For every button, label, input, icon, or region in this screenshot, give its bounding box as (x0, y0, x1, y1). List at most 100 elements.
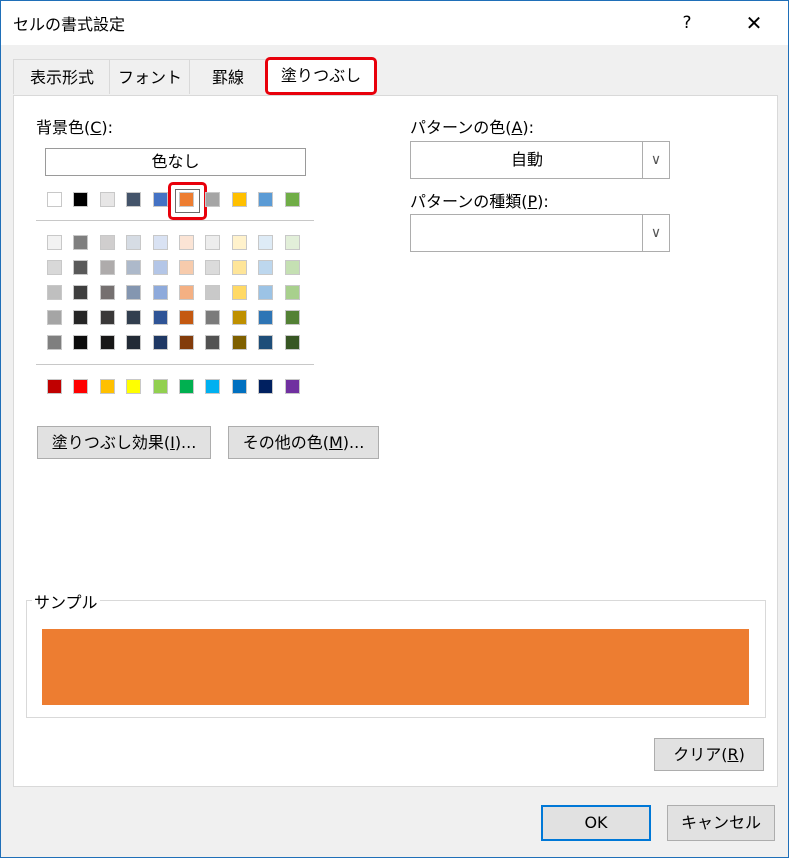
color-swatch[interactable] (284, 285, 300, 300)
color-swatch[interactable] (205, 235, 221, 250)
color-swatch[interactable] (126, 285, 142, 300)
color-swatch[interactable] (231, 310, 247, 325)
sample-preview (42, 629, 749, 705)
color-swatch[interactable] (284, 335, 300, 350)
color-swatch[interactable] (152, 192, 168, 207)
standard-color-swatch[interactable] (205, 379, 221, 394)
color-swatch[interactable] (205, 260, 221, 275)
pattern-color-label: パターンの色(A): (410, 118, 535, 137)
color-swatch[interactable] (99, 235, 115, 250)
standard-color-swatch[interactable] (258, 379, 274, 394)
color-swatch[interactable] (73, 335, 89, 350)
color-swatch[interactable] (231, 335, 247, 350)
color-swatch[interactable] (47, 260, 62, 275)
color-swatch[interactable] (152, 310, 168, 325)
color-swatch[interactable] (179, 285, 194, 300)
color-swatch[interactable] (231, 235, 247, 250)
tab-fill[interactable]: 塗りつぶし (265, 57, 377, 95)
clear-button[interactable]: クリア(R) (654, 738, 764, 771)
standard-color-swatch[interactable] (126, 379, 142, 394)
palette-divider (36, 220, 314, 221)
color-swatch[interactable] (73, 260, 89, 275)
color-swatch[interactable] (73, 310, 89, 325)
color-swatch[interactable] (152, 260, 168, 275)
color-swatch[interactable] (73, 192, 89, 207)
color-swatch[interactable] (258, 260, 274, 275)
tab-border[interactable]: 罫線 (189, 59, 267, 94)
color-swatch[interactable] (205, 192, 221, 207)
standard-color-swatch[interactable] (152, 379, 168, 394)
title-bar: セルの書式設定 ? ✕ (1, 1, 788, 45)
color-swatch[interactable] (179, 235, 194, 250)
color-swatch[interactable] (284, 310, 300, 325)
color-swatch[interactable] (47, 310, 62, 325)
color-swatch[interactable] (47, 285, 62, 300)
color-swatch[interactable] (47, 335, 62, 350)
standard-color-swatch[interactable] (47, 379, 62, 394)
color-swatch[interactable] (231, 260, 247, 275)
color-swatch[interactable] (205, 335, 221, 350)
color-swatch[interactable] (126, 260, 142, 275)
color-swatch[interactable] (258, 310, 274, 325)
pattern-style-value (411, 215, 643, 251)
color-swatch[interactable] (258, 285, 274, 300)
fill-panel: 背景色(C): 色なし 塗りつぶし効果(I)... その他の色(M)... パタ… (13, 95, 778, 787)
cancel-button[interactable]: キャンセル (667, 805, 775, 841)
help-button[interactable]: ? (667, 7, 707, 39)
color-swatch[interactable] (99, 192, 115, 207)
color-swatch[interactable] (205, 310, 221, 325)
sample-group: サンプル (26, 589, 766, 718)
color-swatch[interactable] (258, 335, 274, 350)
more-colors-button[interactable]: その他の色(M)... (228, 426, 379, 459)
fill-effects-button[interactable]: 塗りつぶし効果(I)... (37, 426, 211, 459)
color-swatch[interactable] (126, 235, 142, 250)
sample-label: サンプル (32, 589, 100, 613)
color-swatch[interactable] (99, 285, 115, 300)
ok-button[interactable]: OK (541, 805, 651, 841)
color-swatch[interactable] (179, 335, 194, 350)
color-swatch[interactable] (179, 260, 194, 275)
no-color-button[interactable]: 色なし (45, 148, 306, 176)
color-swatch[interactable] (126, 192, 142, 207)
color-swatch[interactable] (47, 192, 62, 207)
color-swatch[interactable] (258, 192, 274, 207)
standard-color-swatch[interactable] (179, 379, 194, 394)
standard-color-swatch[interactable] (73, 379, 89, 394)
color-swatch[interactable] (258, 235, 274, 250)
color-swatch[interactable] (284, 192, 300, 207)
color-swatch[interactable] (179, 310, 194, 325)
chevron-down-icon[interactable]: ∨ (642, 142, 669, 178)
dialog-title: セルの書式設定 (13, 15, 126, 34)
color-swatch[interactable] (99, 310, 115, 325)
color-swatch[interactable] (152, 235, 168, 250)
background-color-label: 背景色(C): (36, 118, 114, 137)
color-swatch[interactable] (73, 235, 89, 250)
pattern-style-dropdown[interactable]: ∨ (410, 214, 670, 252)
color-swatch[interactable] (73, 285, 89, 300)
tab-font[interactable]: フォント (109, 59, 191, 94)
chevron-down-icon[interactable]: ∨ (642, 215, 669, 251)
color-swatch[interactable] (231, 285, 247, 300)
close-button[interactable]: ✕ (731, 7, 777, 39)
color-swatch[interactable] (126, 335, 142, 350)
color-swatch[interactable] (99, 335, 115, 350)
color-swatch[interactable] (284, 260, 300, 275)
tab-number[interactable]: 表示形式 (13, 59, 111, 94)
color-swatch[interactable] (231, 192, 247, 207)
pattern-color-value: 自動 (510, 150, 543, 169)
color-swatch[interactable] (179, 192, 194, 207)
color-swatch[interactable] (47, 235, 62, 250)
pattern-color-dropdown[interactable]: 自動 ∨ (410, 141, 670, 179)
format-cells-dialog: セルの書式設定 ? ✕ 表示形式 フォント 罫線 塗りつぶし 背景色(C): 色… (0, 0, 789, 858)
color-swatch[interactable] (284, 235, 300, 250)
standard-color-swatch[interactable] (231, 379, 247, 394)
color-swatch[interactable] (205, 285, 221, 300)
color-swatch[interactable] (99, 260, 115, 275)
palette-divider (36, 364, 314, 365)
color-swatch[interactable] (126, 310, 142, 325)
color-swatch[interactable] (152, 335, 168, 350)
standard-color-swatch[interactable] (99, 379, 115, 394)
standard-color-swatch[interactable] (284, 379, 300, 394)
color-swatch[interactable] (152, 285, 168, 300)
pattern-style-label: パターンの種類(P): (410, 192, 549, 211)
